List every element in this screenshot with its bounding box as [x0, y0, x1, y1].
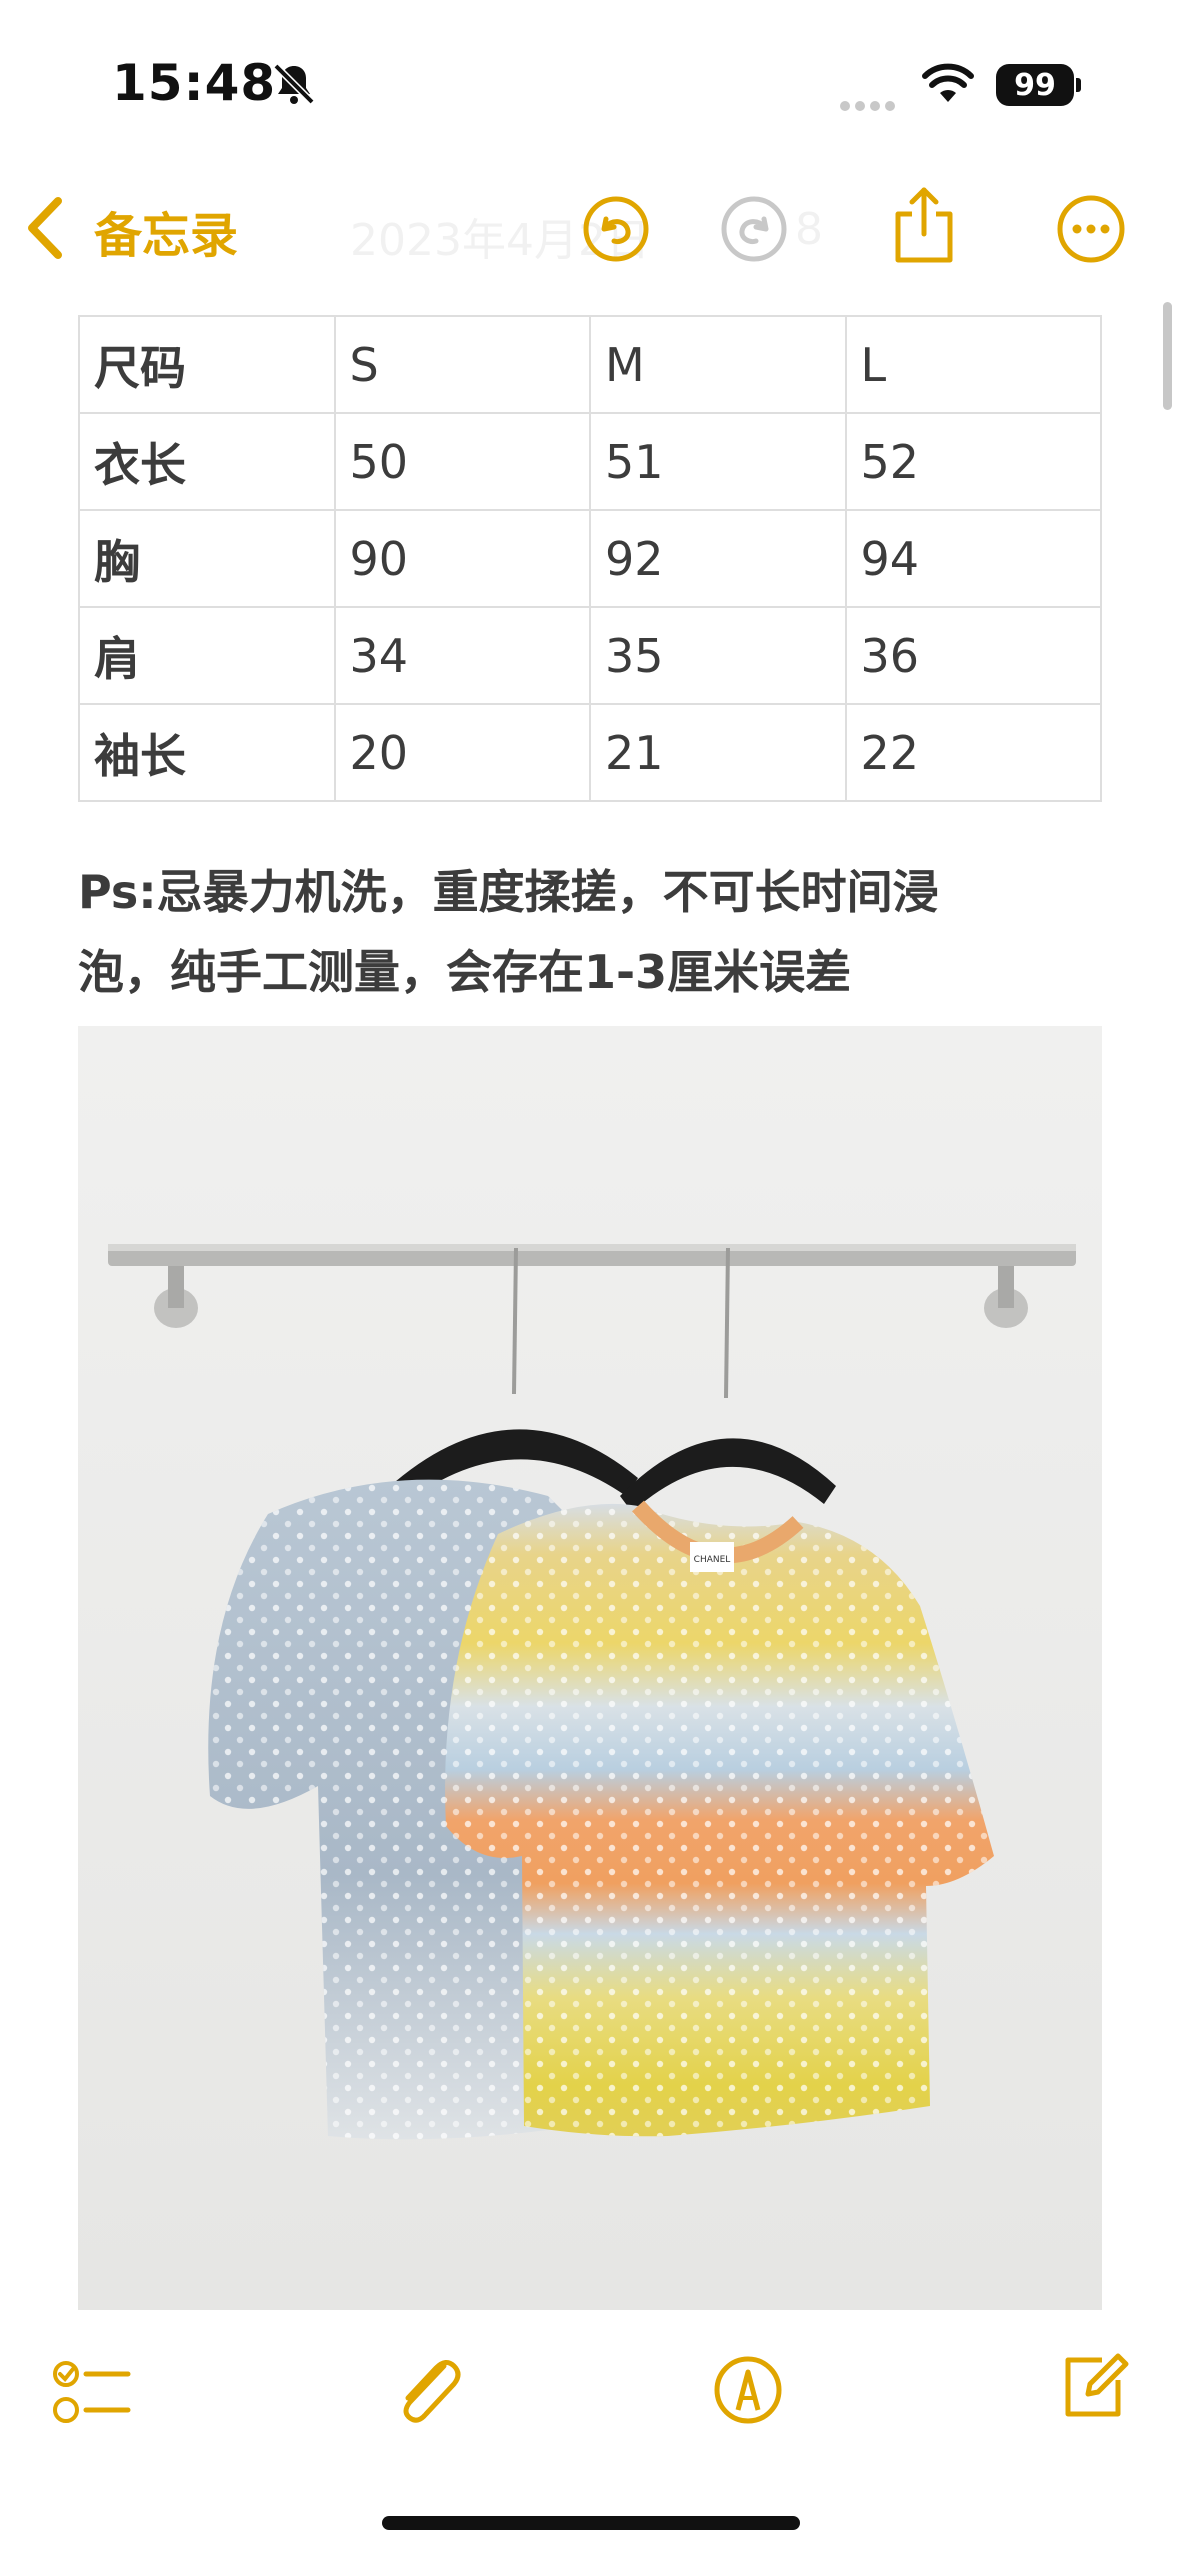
table-cell[interactable]: 35 — [589, 606, 847, 705]
chevron-left-icon[interactable] — [22, 195, 68, 261]
table-cell[interactable]: 90 — [333, 509, 591, 608]
clothing-tag-text: CHANEL — [694, 1555, 731, 1565]
table-cell[interactable]: 21 — [589, 703, 847, 802]
table-cell[interactable]: 94 — [844, 509, 1102, 608]
table-row: 胸 90 92 94 — [78, 509, 1102, 608]
table-row: 肩 34 35 36 — [78, 606, 1102, 705]
size-table: 尺码 S M L 衣长 50 51 52 胸 90 92 94 肩 34 35 … — [78, 315, 1102, 802]
battery-icon: 99 — [996, 64, 1074, 106]
signal-dots-icon — [840, 96, 900, 115]
table-row: 袖长 20 21 22 — [78, 703, 1102, 802]
table-cell[interactable]: 51 — [589, 412, 847, 511]
bell-slash-icon — [273, 63, 315, 105]
table-cell[interactable]: 36 — [844, 606, 1102, 705]
photo-illustration: CHANEL — [78, 1026, 1102, 2310]
table-row: 衣长 50 51 52 — [78, 412, 1102, 511]
table-cell[interactable]: S — [333, 315, 591, 414]
note-line: 泡，纯手工测量，会存在1-3厘米误差 — [78, 945, 852, 999]
back-button[interactable]: 备忘录 — [94, 196, 238, 266]
table-cell[interactable]: 袖长 — [78, 703, 336, 802]
table-cell[interactable]: 衣长 — [78, 412, 336, 511]
note-date-faded-suffix: 8 — [795, 204, 823, 255]
compose-icon[interactable] — [1060, 2352, 1130, 2422]
scroll-indicator[interactable] — [1163, 302, 1172, 410]
table-cell[interactable]: 52 — [844, 412, 1102, 511]
table-cell[interactable]: 92 — [589, 509, 847, 608]
table-cell[interactable]: M — [589, 315, 847, 414]
table-cell[interactable]: 尺码 — [78, 315, 336, 414]
table-cell[interactable]: 50 — [333, 412, 591, 511]
note-photo[interactable]: CHANEL — [78, 1026, 1102, 2310]
table-cell[interactable]: 34 — [333, 606, 591, 705]
wifi-icon — [922, 63, 974, 102]
paperclip-icon[interactable] — [392, 2352, 464, 2428]
note-line: Ps:忌暴力机洗，重度揉搓，不可长时间浸 — [78, 865, 939, 919]
table-header-row: 尺码 S M L — [78, 315, 1102, 414]
status-time: 15:48 — [112, 54, 277, 112]
markup-pen-icon[interactable] — [712, 2354, 784, 2426]
table-cell[interactable]: L — [844, 315, 1102, 414]
checklist-icon[interactable] — [52, 2358, 132, 2430]
table-cell[interactable]: 22 — [844, 703, 1102, 802]
undo-icon[interactable] — [582, 195, 650, 263]
battery-tip — [1076, 78, 1081, 92]
table-cell[interactable]: 肩 — [78, 606, 336, 705]
table-cell[interactable]: 胸 — [78, 509, 336, 608]
more-icon[interactable] — [1056, 194, 1126, 264]
share-icon[interactable] — [888, 184, 960, 266]
note-body-text[interactable]: Ps:忌暴力机洗，重度揉搓，不可长时间浸 泡，纯手工测量，会存在1-3厘米误差 — [78, 852, 1118, 1012]
redo-icon[interactable] — [720, 195, 788, 263]
table-cell[interactable]: 20 — [333, 703, 591, 802]
home-indicator[interactable] — [382, 2516, 800, 2530]
